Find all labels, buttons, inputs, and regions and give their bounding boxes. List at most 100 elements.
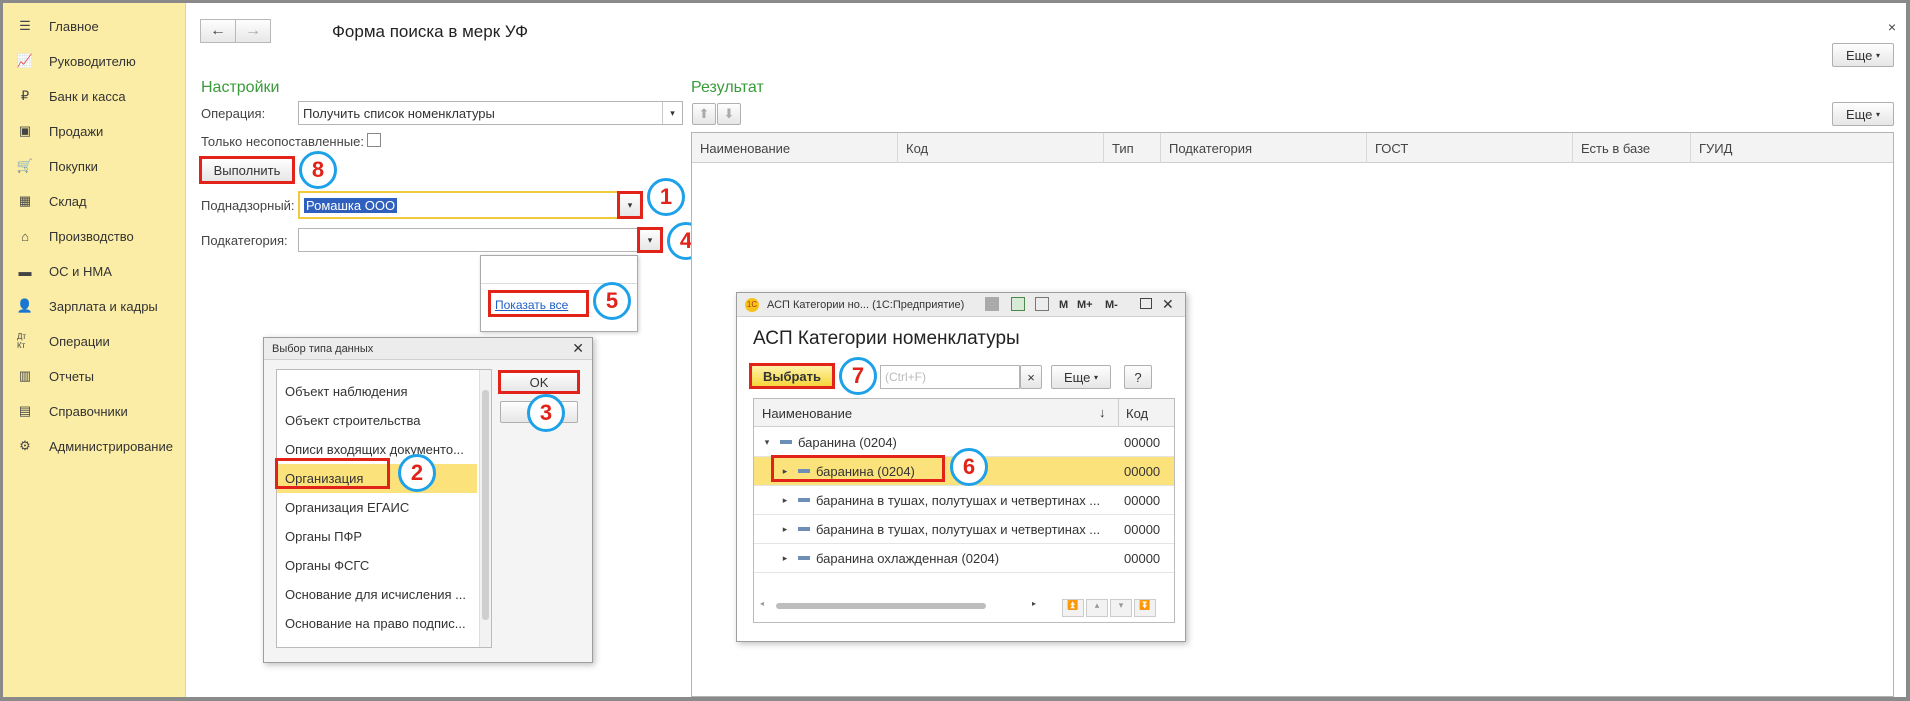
sidebar-item-operations[interactable]: Дт Кт Операции	[3, 326, 186, 356]
marker-7: 7	[839, 357, 877, 395]
run-button[interactable]: Выполнить	[201, 158, 293, 182]
tree-row[interactable]: ▸ баранина в тушах, полутушах и четвертин…	[754, 486, 1174, 515]
subcategory-input[interactable]	[298, 228, 643, 252]
sidebar-item-main[interactable]: ☰ Главное	[3, 11, 186, 41]
chevron-down-icon: ▾	[647, 234, 653, 245]
clear-search-button[interactable]: ×	[1020, 365, 1042, 389]
category-tree-header: Наименование ↓ Код	[754, 399, 1174, 427]
memory-button[interactable]: M	[1059, 299, 1068, 311]
print-icon[interactable]	[985, 297, 999, 311]
col-guid[interactable]: ГУИД	[1691, 133, 1894, 163]
col-code[interactable]: Код	[1118, 399, 1148, 427]
list-item[interactable]: Объект наблюдения	[277, 377, 477, 406]
col-type[interactable]: Тип	[1104, 133, 1161, 163]
expand-right-icon[interactable]: ▸	[778, 495, 792, 506]
sidebar-item-production[interactable]: ⌂ Производство	[3, 221, 186, 251]
sidebar-item-reports[interactable]: ▥ Отчеты	[3, 361, 186, 391]
operation-select[interactable]: Получить список номенклатуры ▾	[298, 101, 683, 125]
col-name[interactable]: Наименование	[692, 133, 898, 163]
close-icon[interactable]: ✕	[1162, 296, 1174, 313]
warehouse-grid-icon: ▦	[18, 193, 32, 208]
chevron-down-icon[interactable]: ▾	[662, 102, 682, 124]
col-name[interactable]: Наименование	[762, 406, 852, 421]
group-icon	[798, 498, 810, 502]
more-button[interactable]: Еще ▾	[1051, 365, 1111, 389]
type-select-dialog: Выбор типа данных ✕ Объект наблюдения Об…	[263, 337, 593, 663]
maximize-icon[interactable]	[1140, 298, 1152, 309]
col-in-base[interactable]: Есть в базе	[1573, 133, 1691, 163]
forward-button[interactable]: →	[235, 19, 271, 43]
memory-plus-button[interactable]: M+	[1077, 299, 1093, 311]
last-page-button[interactable]: ⏬	[1134, 599, 1156, 617]
sidebar-item-purchases[interactable]: 🛒 Покупки	[3, 151, 186, 181]
ok-button[interactable]: OK	[500, 371, 578, 393]
select-button[interactable]: Выбрать	[751, 365, 833, 387]
list-item[interactable]: Объект строительства	[277, 406, 477, 435]
list-item[interactable]: Организация ЕГАИС	[277, 493, 477, 522]
horizontal-scrollbar[interactable]: ◂ ▸	[760, 599, 1040, 610]
more-button-top[interactable]: Еще ▾	[1832, 43, 1894, 67]
dropdown-empty-item[interactable]	[481, 256, 637, 284]
sidebar-item-warehouse[interactable]: ▦ Склад	[3, 186, 186, 216]
sidebar-item-manager[interactable]: 📈 Руководителю	[3, 46, 186, 76]
list-item[interactable]: Основание для исчисления ...	[277, 580, 477, 609]
list-item[interactable]: Органы ПФР	[277, 522, 477, 551]
subcategory-label: Подкатегория:	[201, 233, 288, 248]
list-item[interactable]: Основание на право подпис...	[277, 609, 477, 638]
move-up-button[interactable]: ⬆	[692, 103, 716, 125]
chart-line-icon: 📈	[16, 53, 34, 68]
only-unmatched-checkbox[interactable]	[367, 133, 381, 147]
col-code[interactable]: Код	[898, 133, 1104, 163]
col-subcategory[interactable]: Подкатегория	[1161, 133, 1367, 163]
expand-down-icon[interactable]: ▾	[760, 437, 774, 448]
expand-right-icon[interactable]: ▸	[778, 466, 792, 477]
col-gost[interactable]: ГОСТ	[1367, 133, 1573, 163]
scroll-left-icon[interactable]: ◂	[760, 599, 764, 608]
list-item-selected[interactable]: Организация	[277, 464, 477, 493]
arrow-down-icon: ⬇	[723, 106, 735, 121]
close-icon[interactable]: ×	[1888, 19, 1896, 35]
scrollbar-thumb[interactable]	[776, 603, 986, 609]
supervised-dropdown-button[interactable]: ▾	[619, 193, 641, 217]
result-title: Результат	[691, 79, 764, 96]
sidebar-item-sales[interactable]: ▣ Продажи	[3, 116, 186, 146]
page-down-button[interactable]: ▾	[1110, 599, 1132, 617]
result-more-button[interactable]: Еще ▾	[1832, 102, 1894, 126]
list-item[interactable]: Органы ФСГС	[277, 551, 477, 580]
first-page-button[interactable]: ⏫	[1062, 599, 1084, 617]
category-dialog-heading: АСП Категории номенклатуры	[753, 328, 1020, 349]
sidebar-item-fixed-assets[interactable]: ▬ ОС и НМА	[3, 256, 186, 286]
list-item[interactable]: Основание увольнения	[277, 638, 477, 647]
category-dialog-titlebar: 1С АСП Категории но... (1С:Предприятие) …	[737, 293, 1185, 317]
group-icon	[798, 527, 810, 531]
ruble-coin-icon: ₽	[20, 88, 30, 103]
supervised-input[interactable]: Ромашка ООО	[298, 191, 643, 219]
sidebar-item-hr[interactable]: 👤 Зарплата и кадры	[3, 291, 186, 321]
arrow-right-icon: →	[245, 22, 261, 39]
expand-right-icon[interactable]: ▸	[778, 553, 792, 564]
group-icon	[798, 469, 810, 473]
help-button[interactable]: ?	[1124, 365, 1152, 389]
tree-row[interactable]: ▸ баранина в тушах, полутушах и четвертин…	[754, 515, 1174, 544]
scrollbar-thumb[interactable]	[482, 390, 489, 620]
calendar-icon[interactable]	[1035, 297, 1049, 311]
scroll-right-icon[interactable]: ▸	[1032, 599, 1036, 608]
expand-right-icon[interactable]: ▸	[778, 524, 792, 535]
sidebar-item-admin[interactable]: ⚙ Администрирование	[3, 431, 186, 461]
list-item[interactable]: Описи входящих документо...	[277, 435, 477, 464]
page-up-button[interactable]: ▴	[1086, 599, 1108, 617]
calculator-icon[interactable]	[1011, 297, 1025, 311]
tree-row[interactable]: ▸ баранина охлажденная (0204) 00000	[754, 544, 1174, 573]
memory-minus-button[interactable]: M-	[1105, 299, 1118, 311]
search-input[interactable]: (Ctrl+F)	[880, 365, 1020, 389]
sidebar-item-bank[interactable]: ₽ Банк и касса	[3, 81, 186, 111]
show-all-link[interactable]: Показать все	[495, 298, 568, 312]
type-list-scrollbar[interactable]	[479, 370, 491, 647]
back-button[interactable]: ←	[200, 19, 236, 43]
subcategory-dropdown-button[interactable]: ▾	[639, 229, 661, 251]
close-icon[interactable]: ✕	[572, 340, 584, 357]
shopping-cart-icon: 🛒	[16, 158, 34, 173]
move-down-button[interactable]: ⬇	[717, 103, 741, 125]
menu-icon: ☰	[19, 18, 31, 33]
sidebar-item-references[interactable]: ▤ Справочники	[3, 396, 186, 426]
